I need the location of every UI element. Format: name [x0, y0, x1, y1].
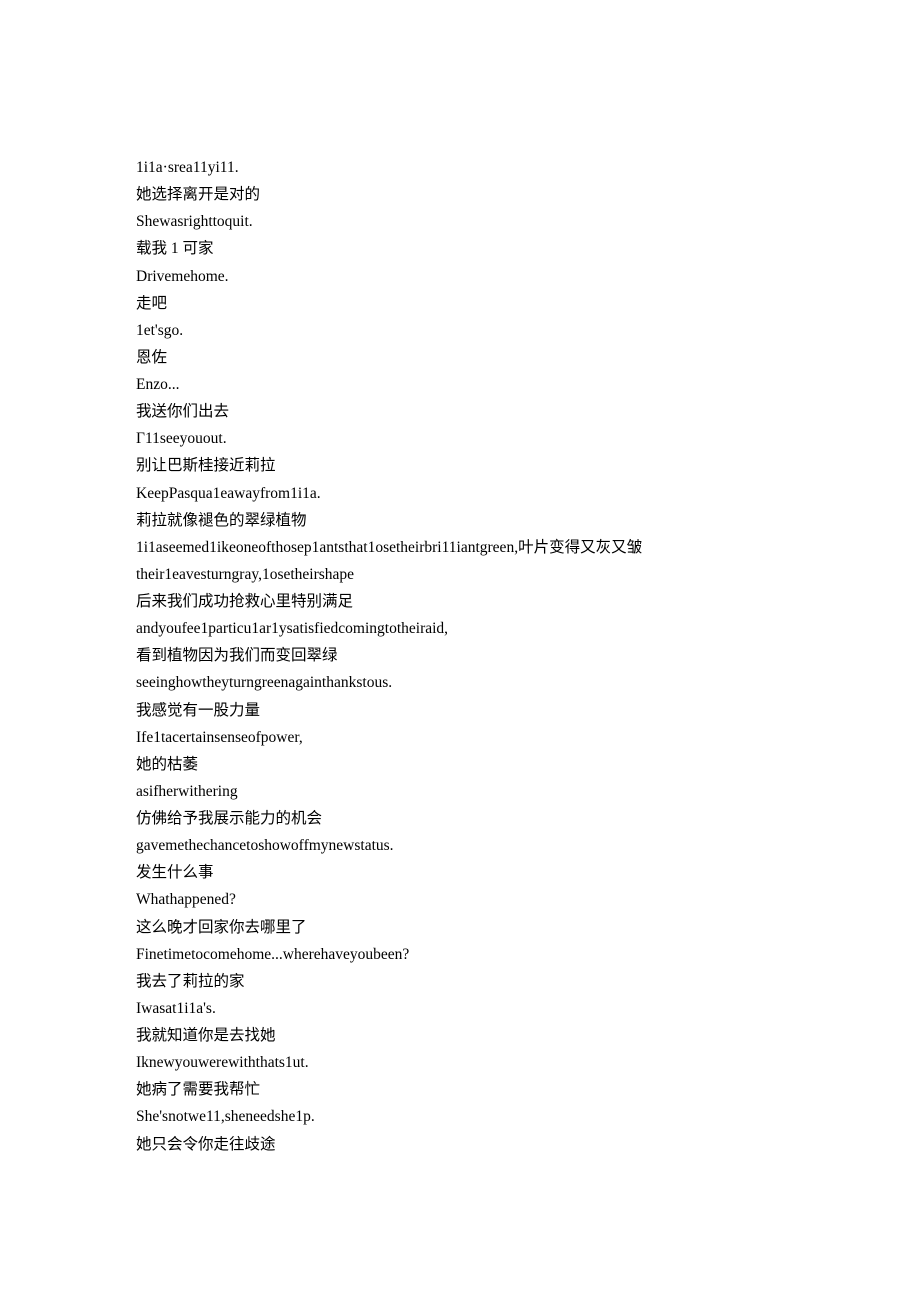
text-line: 1et'sgo. [136, 317, 920, 344]
text-line: KeepPasqua1eawayfrom1i1a. [136, 480, 920, 507]
text-line: 她的枯萎 [136, 751, 920, 778]
text-line: 这么晚才回家你去哪里了 [136, 914, 920, 941]
text-line: 她只会令你走往歧途 [136, 1131, 920, 1158]
text-line: 仿佛给予我展示能力的机会 [136, 805, 920, 832]
text-line: Iwasat1i1a's. [136, 995, 920, 1022]
text-line: asifherwithering [136, 778, 920, 805]
text-line: 我去了莉拉的家 [136, 968, 920, 995]
text-line: 她病了需要我帮忙 [136, 1076, 920, 1103]
text-line: 载我 1 可家 [136, 235, 920, 262]
text-line: their1eavesturngray,1osetheirshape [136, 561, 920, 588]
text-line: 1i1a·srea11yi11. [136, 154, 920, 181]
text-line: 莉拉就像褪色的翠绿植物 [136, 507, 920, 534]
text-line: Finetimetocomehome...wherehaveyoubeen? [136, 941, 920, 968]
text-line: 我送你们出去 [136, 398, 920, 425]
text-line: 走吧 [136, 290, 920, 317]
text-line: Drivemehome. [136, 263, 920, 290]
text-line: Whathappened? [136, 886, 920, 913]
text-line: 后来我们成功抢救心里特别满足 [136, 588, 920, 615]
text-line: She'snotwe11,sheneedshe1p. [136, 1103, 920, 1130]
text-line: 我感觉有一股力量 [136, 697, 920, 724]
text-line: gavemethechancetoshowoffmynewstatus. [136, 832, 920, 859]
text-line: Enzo... [136, 371, 920, 398]
text-line: 我就知道你是去找她 [136, 1022, 920, 1049]
document-body: 1i1a·srea11yi11.她选择离开是对的Shewasrighttoqui… [136, 154, 920, 1158]
text-line: 别让巴斯桂接近莉拉 [136, 452, 920, 479]
text-line: 恩佐 [136, 344, 920, 371]
text-line: seeinghowtheyturngreenagainthankstous. [136, 669, 920, 696]
text-line: 看到植物因为我们而变回翠绿 [136, 642, 920, 669]
text-line: 1i1aseemed1ikeoneofthosep1antsthat1oseth… [136, 534, 920, 561]
text-line: Shewasrighttoquit. [136, 208, 920, 235]
text-line: andyoufee1particu1ar1ysatisfiedcomingtot… [136, 615, 920, 642]
text-line: Ife1tacertainsenseofpower, [136, 724, 920, 751]
text-line: 她选择离开是对的 [136, 181, 920, 208]
text-line: 发生什么事 [136, 859, 920, 886]
text-line: Iknewyouwerewiththats1ut. [136, 1049, 920, 1076]
text-line: Γ11seeyouout. [136, 425, 920, 452]
